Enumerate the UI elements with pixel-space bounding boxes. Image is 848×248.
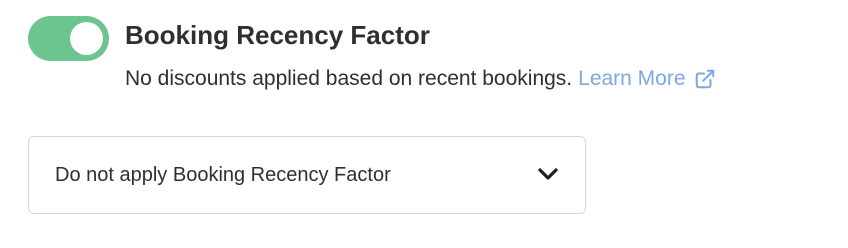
booking-recency-dropdown[interactable]: Do not apply Booking Recency Factor: [28, 136, 586, 214]
learn-more-label: Learn More: [578, 67, 686, 90]
setting-description: No discounts applied based on recent boo…: [125, 67, 573, 90]
learn-more-link[interactable]: Learn More: [578, 64, 715, 94]
booking-recency-toggle[interactable]: [28, 16, 109, 61]
external-link-icon: [695, 69, 714, 89]
chevron-down-icon: [538, 168, 558, 180]
toggle-knob: [70, 22, 103, 55]
dropdown-selected-value: Do not apply Booking Recency Factor: [55, 164, 391, 186]
setting-description-row: No discounts applied based on recent boo…: [125, 64, 716, 94]
setting-title: Booking Recency Factor: [125, 20, 430, 50]
